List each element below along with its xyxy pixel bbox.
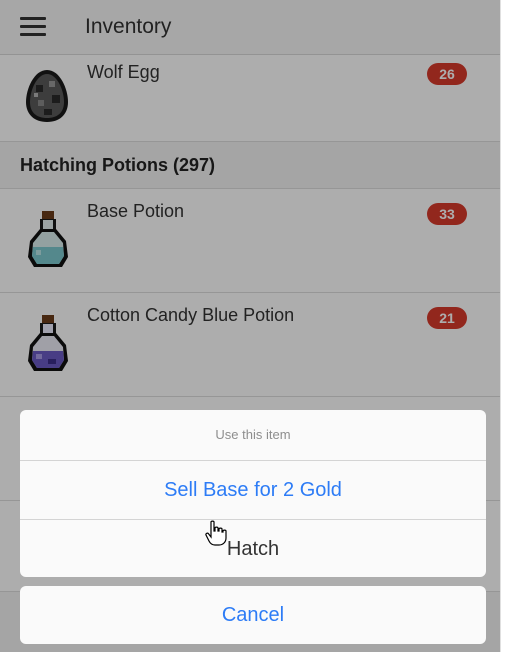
- action-sheet: Use this item Sell Base for 2 Gold Hatch: [20, 410, 486, 577]
- app-screen: Inventory Wolf Egg 26 Hatching Potions (…: [0, 0, 501, 652]
- sell-button[interactable]: Sell Base for 2 Gold: [20, 461, 486, 520]
- hatch-button[interactable]: Hatch: [20, 520, 486, 577]
- action-sheet-title: Use this item: [20, 410, 486, 461]
- cancel-button[interactable]: Cancel: [20, 586, 486, 644]
- hand-cursor-icon: [205, 520, 227, 546]
